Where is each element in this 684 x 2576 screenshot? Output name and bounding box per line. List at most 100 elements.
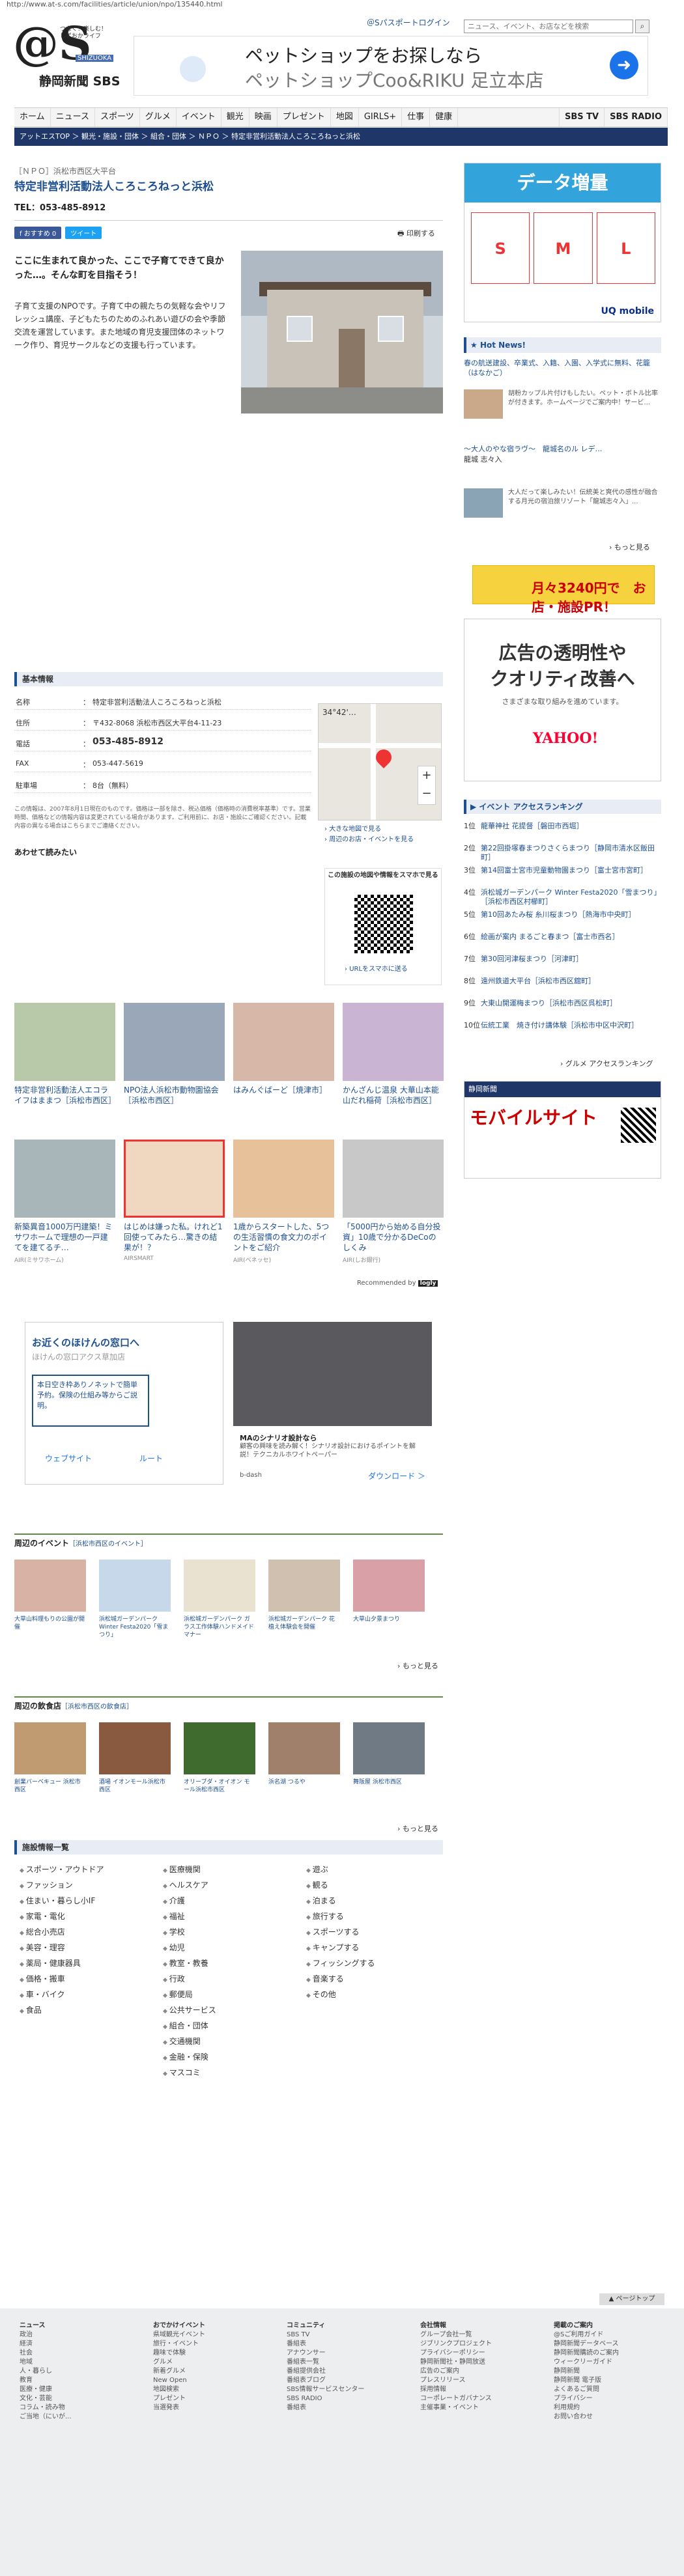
directory-link[interactable]: 旅行する [306, 1909, 375, 1925]
mobile-site-ad[interactable]: 静岡新聞 モバイルサイト [464, 1081, 661, 1179]
footer-link[interactable]: SBS TV [287, 2331, 414, 2340]
directory-link[interactable]: 金融・保険 [163, 2050, 216, 2065]
facebook-like-button[interactable]: f おすすめ 0 [14, 227, 62, 239]
footer-link[interactable]: コラム・読み物 [20, 2403, 147, 2413]
ranking-item[interactable]: 2位 第22回掛塚春まつりさくらまつり［静岡市清水区飯田町］ [464, 844, 661, 865]
footer-link[interactable]: 医療・健康 [20, 2385, 147, 2394]
arrow-right-icon[interactable]: ➜ [610, 51, 638, 79]
nav-event[interactable]: イベント [177, 108, 221, 126]
footer-link[interactable]: グルメ [153, 2358, 280, 2367]
nav-health[interactable]: 健康 [430, 108, 459, 126]
footer-link[interactable]: 広告のご案内 [420, 2367, 547, 2376]
ranking-item[interactable]: 7位 第30回河津桜まつり［河津町］ [464, 955, 661, 975]
footer-link[interactable]: 教育 [20, 2376, 147, 2385]
nav-home[interactable]: ホーム [14, 108, 51, 126]
footer-link[interactable]: 番組表ブログ [287, 2376, 414, 2385]
gourmet-item[interactable]: オリーブダ・オイオン モール浜松市西区 [184, 1722, 255, 1800]
directory-link[interactable]: その他 [306, 1987, 375, 2003]
site-logo[interactable]: @S つなぐ！楽しむ！ しずおかライフ SHIZUOKA 静岡新聞 SBS [13, 21, 124, 98]
footer-link[interactable]: 社会 [20, 2349, 147, 2358]
footer-link[interactable]: プライバシーポリシー [420, 2349, 547, 2358]
bdash-ad[interactable]: MAのシナリオ設計なら 顧客の興味を読み解く！シナリオ設計におけるポイントを解説… [233, 1322, 432, 1485]
related-card[interactable]: はじめは嫌った私。けれど1回使ってみたら…驚きの結果が！？ AIRSMART [124, 1140, 225, 1270]
print-button[interactable]: 🖶 印刷する [397, 228, 435, 240]
related-card[interactable]: NPO法人浜松市動物園協会［浜松市西区］ [124, 1003, 225, 1133]
footer-link[interactable]: ウィークリーガイド [554, 2358, 681, 2367]
directory-link[interactable]: 音楽する [306, 1972, 375, 1987]
footer-link[interactable]: 旅行・イベント [153, 2340, 280, 2349]
footer-link[interactable]: 経済 [20, 2340, 147, 2349]
directory-link[interactable]: 学校 [163, 1925, 216, 1940]
footer-link[interactable]: 番組表一覧 [287, 2358, 414, 2367]
related-card[interactable]: かんざんじ温泉 大華山本能山だれ稲荷［浜松市西区］ [343, 1003, 444, 1133]
footer-link[interactable]: プライバシー [554, 2394, 681, 2403]
footer-link[interactable]: 新着グルメ [153, 2367, 280, 2376]
directory-link[interactable]: 行政 [163, 1972, 216, 1987]
event-item[interactable]: 浜松城ガーデンパーク Winter Festa2020「雪まつり」 [99, 1560, 171, 1638]
footer-link[interactable]: よくあるご質問 [554, 2385, 681, 2394]
hotnews-item-1[interactable]: 胡粉カップル片付けもしたい。ペット・ボトル比率が付きます。ホームページでご案内中… [464, 389, 661, 422]
footer-link[interactable]: プレゼント [153, 2394, 280, 2403]
top-banner-ad[interactable]: ペットショップをお探しなら ペットショップCoo&RIKU 足立本店 ➜ [134, 36, 648, 96]
related-card[interactable]: はみんぐばーど［焼津市］ [233, 1003, 334, 1133]
around-link[interactable]: › 周辺のお店・イベントを見る [324, 833, 414, 843]
send-url-link[interactable]: › URLをスマホに送る [345, 963, 408, 973]
nav-present[interactable]: プレゼント [278, 108, 331, 126]
related-card[interactable]: 1歳からスタートした、5つの生活習慣の食文力のポイントをご紹介 AIR(ベネッセ) [233, 1140, 334, 1270]
yahoo-ad[interactable]: 広告の透明性や クオリティ改善へ さまざまな取り組みを進めています。 YAHOO… [464, 619, 661, 781]
directory-link[interactable]: 美容・理容 [20, 1940, 104, 1956]
location-map[interactable]: 34°42'… + − [318, 703, 442, 820]
footer-link[interactable]: SBS RADIO [287, 2394, 414, 2403]
footer-link[interactable]: プレスリリース [420, 2376, 547, 2385]
ranking-item[interactable]: 8位 遠州鉄道大平台［浜松市西区舘町］ [464, 977, 661, 998]
nav-sbs-radio[interactable]: SBS RADIO [605, 108, 668, 126]
footer-link[interactable]: アナウンサー [287, 2349, 414, 2358]
footer-link[interactable]: グループ会社一覧 [420, 2331, 547, 2340]
nav-job[interactable]: 仕事 [402, 108, 431, 126]
search-icon[interactable]: ⌕ [635, 20, 649, 33]
directory-link[interactable]: フィッシングする [306, 1956, 375, 1972]
related-card[interactable]: 新築異音1000万円建築！ミサワホームで理想の一戸建てを建てるチ… AIR(ミサワ… [14, 1140, 115, 1270]
nav-news[interactable]: ニュース [51, 108, 95, 126]
passport-login-link[interactable]: ＠Sパスポートログイン [367, 17, 450, 28]
event-item[interactable]: 浜松城ガーデンパーク ガラス工作体験ハンドメイドマナー [184, 1560, 255, 1638]
events-more-link[interactable]: › もっと見る [397, 1660, 438, 1671]
ranking-item[interactable]: 6位 絵画が案内 まるごと春まつ［富士市西名］ [464, 932, 661, 953]
zoom-control[interactable]: + − [418, 766, 436, 805]
pr-banner-ad[interactable]: 月々3240円で お店・施設PR！ [472, 565, 655, 615]
footer-link[interactable]: 政治 [20, 2331, 147, 2340]
related-card[interactable]: 「5000円から始める自分投資」10歳で分かるDeCoのしくみ AIR(しお銀行) [343, 1140, 444, 1270]
directory-link[interactable]: 公共サービス [163, 2003, 216, 2019]
page-top-button[interactable]: ▲ ページトップ [599, 2293, 664, 2305]
directory-link[interactable]: ファッション [20, 1878, 104, 1894]
directory-link[interactable]: 薬局・健康器具 [20, 1956, 104, 1972]
nav-sports[interactable]: スポーツ [95, 108, 140, 126]
directory-link[interactable]: 家電・電化 [20, 1909, 104, 1925]
uq-mobile-ad[interactable]: データ増量 S M L UQ mobile [464, 163, 661, 322]
ranking-item[interactable]: 1位 龍華神社 花提督［磐田市西堀］ [464, 822, 661, 843]
footer-link[interactable]: 文化・芸能 [20, 2394, 147, 2403]
footer-link[interactable]: お問い合わせ [554, 2413, 681, 2422]
footer-link[interactable]: 静岡新聞 [554, 2367, 681, 2376]
footer-link[interactable]: 利用規約 [554, 2403, 681, 2413]
nav-girls[interactable]: GIRLS+ [359, 108, 403, 126]
breadcrumb[interactable]: アットエスTOP ＞ 観光・施設・団体 ＞ 組合・団体 ＞ ＮＰＯ ＞ 特定非営… [14, 128, 668, 146]
website-button[interactable]: ウェブサイト [45, 1453, 92, 1464]
nav-gourmet[interactable]: グルメ [140, 108, 177, 126]
event-item[interactable]: 大草山料理もりの公園が開催 [14, 1560, 86, 1638]
directory-link[interactable]: 観る [306, 1878, 375, 1894]
footer-link[interactable]: 当選発表 [153, 2403, 280, 2413]
nav-map[interactable]: 地図 [331, 108, 359, 126]
footer-link[interactable]: 主催事業・イベント [420, 2403, 547, 2413]
directory-link[interactable]: 価格・搬車 [20, 1972, 104, 1987]
gourmet-ranking-link[interactable]: › グルメ アクセスランキング [560, 1058, 653, 1069]
footer-link[interactable]: 人・暮らし [20, 2367, 147, 2376]
directory-link[interactable]: 介護 [163, 1894, 216, 1909]
footer-link[interactable]: 採用情報 [420, 2385, 547, 2394]
directory-link[interactable]: 医療機関 [163, 1862, 216, 1878]
directory-link[interactable]: 教室・教養 [163, 1956, 216, 1972]
nav-sightseeing[interactable]: 観光 [221, 108, 249, 126]
footer-link[interactable]: 番組提供会社 [287, 2367, 414, 2376]
footer-link[interactable]: 静岡新聞 電子版 [554, 2376, 681, 2385]
ranking-item[interactable]: 9位 大東山開運梅まつり［浜松市西区呉松町］ [464, 999, 661, 1020]
